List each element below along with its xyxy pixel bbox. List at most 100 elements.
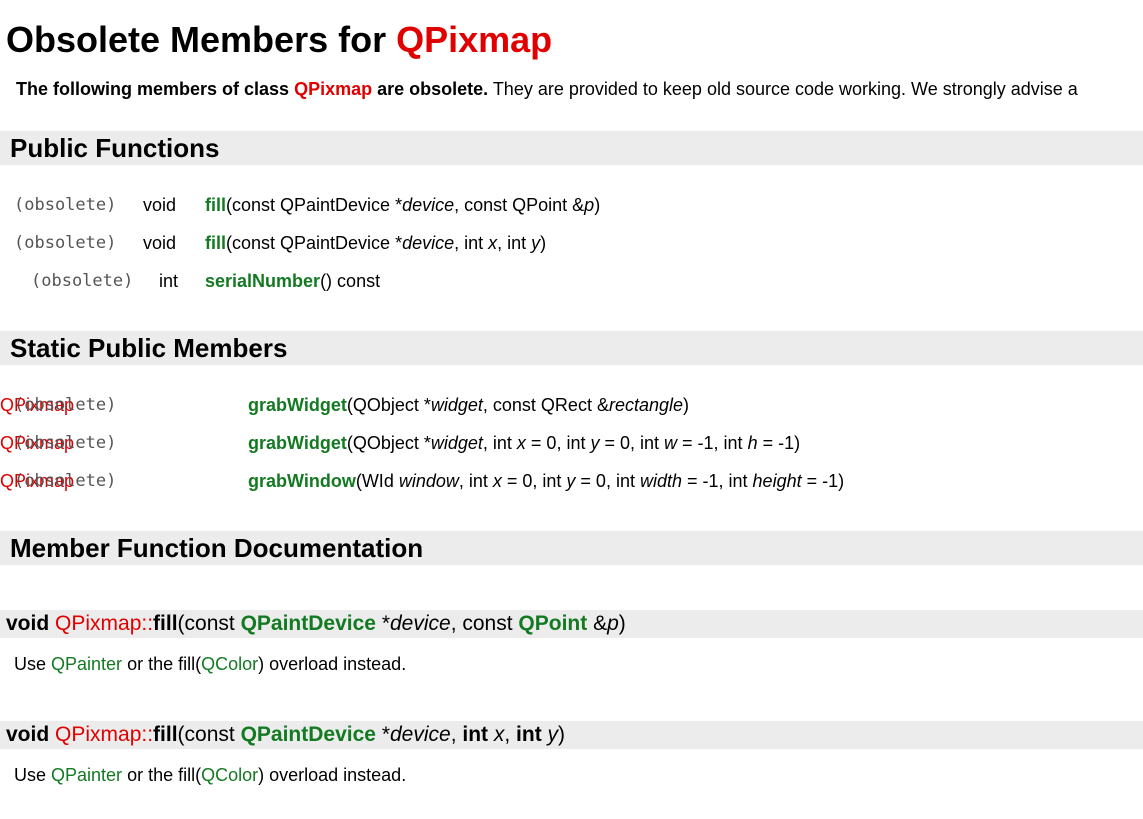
function-link-grabwidget[interactable]: grabWidget — [248, 395, 347, 415]
sig-part: = -1) — [801, 471, 845, 491]
sig-part: (const — [177, 723, 241, 746]
function-link-fill[interactable]: fill — [205, 195, 226, 215]
sig-part: (QObject * — [346, 395, 431, 415]
signature: fill(const QPaintDevice *device, const Q… — [205, 193, 600, 217]
param: h — [747, 433, 758, 453]
doc-class-link[interactable]: QPixmap — [55, 612, 141, 635]
qpainter-link[interactable]: QPainter — [51, 765, 122, 785]
sig-part: (const QPaintDevice * — [226, 233, 403, 253]
param: width — [639, 471, 682, 491]
function-link-fill[interactable]: fill — [205, 233, 226, 253]
desc-text: ) overload instead. — [258, 654, 407, 674]
static-member-row: (obsolete) QPixmap grabWindow(WId window… — [0, 469, 844, 493]
param: y — [531, 233, 541, 253]
sig-part: , const — [450, 612, 519, 635]
section-public-functions: Public Functions — [0, 131, 1143, 165]
obsolete-tag: (obsolete) — [31, 271, 134, 291]
doc-type-link[interactable]: QPaintDevice — [241, 612, 376, 635]
sig-part: , int — [497, 233, 532, 253]
param: window — [398, 471, 459, 491]
sig-part: = 0, int — [525, 433, 591, 453]
sig-part: (WId — [355, 471, 399, 491]
signature: grabWindow(WId window, int x = 0, int y … — [248, 469, 844, 493]
param: y — [547, 723, 559, 746]
page-title-class-link[interactable]: QPixmap — [396, 19, 552, 60]
signature: grabWidget(QObject *widget, const QRect … — [248, 393, 689, 417]
param: w — [664, 433, 678, 453]
doc-type-link[interactable]: QPoint — [518, 612, 587, 635]
param: x — [488, 233, 498, 253]
intro-class-link[interactable]: QPixmap — [294, 79, 372, 99]
doc-scope-sep: :: — [141, 723, 154, 746]
sig-part: * — [375, 723, 390, 746]
static-member-row: (obsolete) QPixmap grabWidget(QObject *w… — [0, 431, 800, 455]
sig-part: * — [375, 612, 390, 635]
obsolete-tag: (obsolete) — [14, 471, 117, 491]
sig-part: () const — [320, 271, 381, 291]
sig-part: = -1) — [757, 433, 801, 453]
desc-text: Use — [14, 765, 52, 785]
obsolete-tag: (obsolete) — [14, 233, 117, 253]
doc-scope-sep: :: — [141, 612, 154, 635]
doc-class-link[interactable]: QPixmap — [55, 723, 141, 746]
intro-bold-2: are obsolete. — [372, 79, 489, 99]
return-type: void — [143, 195, 177, 215]
doc-signature-fill-xy: void QPixmap::fill(const QPaintDevice *d… — [0, 721, 1143, 749]
intro-paragraph: The following members of class QPixmap a… — [16, 78, 1078, 100]
doc-type-link[interactable]: QPaintDevice — [241, 723, 376, 746]
sig-part: , const QRect & — [482, 395, 609, 415]
function-link-grabwindow[interactable]: grabWindow — [248, 471, 356, 491]
qcolor-link[interactable]: QColor — [201, 654, 258, 674]
sig-part: , const QPoint & — [454, 195, 585, 215]
param: widget — [430, 433, 483, 453]
section-heading-member-function-documentation: Member Function Documentation — [10, 533, 424, 563]
qpainter-link[interactable]: QPainter — [51, 654, 122, 674]
function-link-serialnumber[interactable]: serialNumber — [205, 271, 320, 291]
sig-part: = -1, int — [677, 433, 748, 453]
sig-part: = 0, int — [501, 471, 567, 491]
param: widget — [430, 395, 483, 415]
section-heading-public-functions: Public Functions — [10, 133, 220, 163]
section-member-function-documentation: Member Function Documentation — [0, 531, 1143, 565]
static-member-row: (obsolete) QPixmap grabWidget(QObject *w… — [0, 393, 689, 417]
section-heading-static-public-members: Static Public Members — [10, 333, 288, 363]
param: device — [402, 195, 455, 215]
doc-keyword: int — [516, 723, 542, 746]
param: x — [516, 433, 526, 453]
param: x — [492, 471, 502, 491]
param: device — [402, 233, 455, 253]
sig-part: (QObject * — [346, 433, 431, 453]
return-type: void — [143, 233, 177, 253]
intro-rest: They are provided to keep old source cod… — [488, 79, 1078, 99]
sig-part: = 0, int — [599, 433, 665, 453]
param: p — [584, 195, 595, 215]
desc-text: ) overload instead. — [258, 765, 407, 785]
doc-return-type: void — [6, 612, 56, 635]
sig-part: , — [450, 723, 463, 746]
function-link-grabwidget[interactable]: grabWidget — [248, 433, 347, 453]
sig-part: , int — [458, 471, 493, 491]
sig-part: ) — [558, 723, 566, 746]
sig-part: ) — [683, 395, 690, 415]
qcolor-link[interactable]: QColor — [201, 765, 258, 785]
doc-signature-fill-point: void QPixmap::fill(const QPaintDevice *d… — [0, 610, 1143, 638]
sig-part: ) — [540, 233, 547, 253]
param: device — [390, 723, 451, 746]
doc-description: Use QPainter or the fill(QColor) overloa… — [14, 652, 406, 676]
signature: serialNumber() const — [205, 269, 380, 293]
sig-part: & — [587, 612, 608, 635]
section-static-public-members: Static Public Members — [0, 331, 1143, 365]
page-title-text: Obsolete Members for — [6, 19, 397, 60]
doc-description: Use QPainter or the fill(QColor) overloa… — [14, 763, 406, 787]
page-title: Obsolete Members for QPixmap — [6, 16, 552, 64]
doc-function-name: fill — [153, 723, 178, 746]
return-type: int — [159, 271, 179, 291]
doc-return-type: void — [6, 723, 56, 746]
doc-keyword: int — [462, 723, 489, 746]
sig-part: (const QPaintDevice * — [226, 195, 403, 215]
param: rectangle — [608, 395, 684, 415]
param: height — [752, 471, 802, 491]
obsolete-tag: (obsolete) — [14, 433, 117, 453]
param: p — [607, 612, 619, 635]
param: device — [390, 612, 451, 635]
